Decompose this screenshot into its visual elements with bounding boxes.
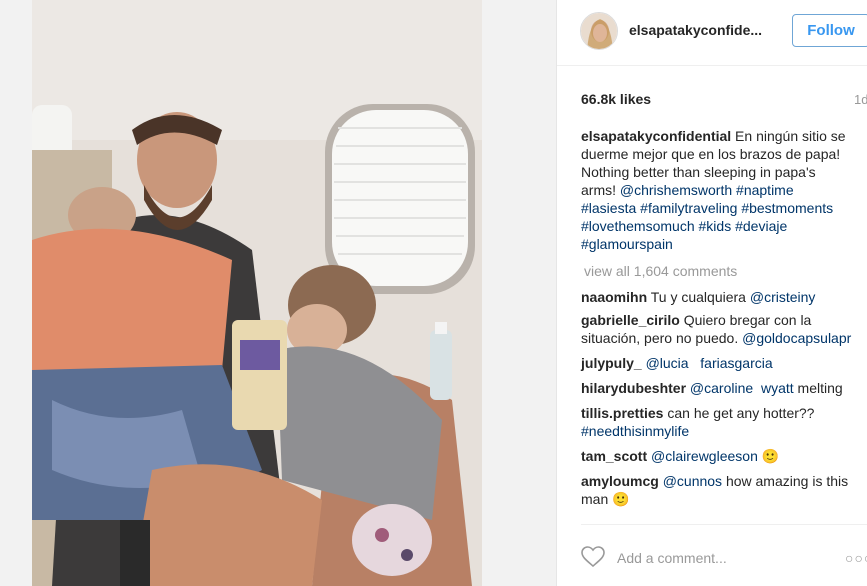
comments-list: naaomihn Tu y cualquiera @cristeiny gabr… <box>581 288 861 515</box>
add-comment-input[interactable] <box>617 548 837 568</box>
comment-item: amyloumcg @cunnos how amazing is this ma… <box>581 472 861 508</box>
more-options-icon[interactable]: ○○○ <box>845 550 867 566</box>
comment-item: tillis.pretties can he get any hotter?? … <box>581 404 861 440</box>
comment-username[interactable]: julypuly_ <box>581 355 642 371</box>
heart-icon[interactable] <box>581 546 605 568</box>
comment-mention[interactable]: @cristeiny <box>750 289 816 305</box>
comment-item: naaomihn Tu y cualquiera @cristeiny <box>581 288 861 306</box>
comment-divider <box>581 524 867 525</box>
post-timestamp[interactable]: 1d <box>854 92 867 107</box>
comment-text: melting <box>793 380 843 396</box>
comment-text: Tu y cualquiera <box>650 289 750 305</box>
likes-count[interactable]: 66.8k likes <box>581 91 651 107</box>
caption-hashtag[interactable]: #deviaje <box>735 218 787 234</box>
caption-hashtag[interactable]: #glamourspain <box>581 236 673 252</box>
comment-username[interactable]: tillis.pretties <box>581 405 663 421</box>
comment-mention[interactable]: fariasgarcia <box>700 355 772 371</box>
comment-mention[interactable]: @goldocapsulapr <box>742 330 851 346</box>
comment-mention[interactable]: wyatt <box>761 380 794 396</box>
post-username[interactable]: elsapatakyconfide... <box>629 22 762 38</box>
comment-hashtag[interactable]: #needthisinmylife <box>581 423 689 439</box>
comment-username[interactable]: hilarydubeshter <box>581 380 686 396</box>
avatar[interactable] <box>580 12 618 50</box>
post-photo-illustration <box>32 0 482 586</box>
caption-mention[interactable]: @chrishemsworth <box>620 182 732 198</box>
comment-text: 🙂 <box>757 448 780 464</box>
post-caption: elsapatakyconfidential En ningún sitio s… <box>581 127 851 253</box>
avatar-image <box>581 13 617 49</box>
view-all-comments-link[interactable]: view all 1,604 comments <box>584 263 737 279</box>
caption-username[interactable]: elsapatakyconfidential <box>581 128 731 144</box>
comment-item: hilarydubeshter @caroline wyatt melting <box>581 379 861 397</box>
caption-hashtag[interactable]: #familytraveling <box>640 200 737 216</box>
comment-username[interactable]: amyloumcg <box>581 473 659 489</box>
comment-item: julypuly_ @lucia fariasgarcia <box>581 354 861 372</box>
post-header: elsapatakyconfide... Follow <box>557 0 867 66</box>
follow-button[interactable]: Follow <box>792 14 867 47</box>
caption-hashtag[interactable]: #lovethemsomuch <box>581 218 695 234</box>
caption-hashtag[interactable]: #naptime <box>736 182 794 198</box>
comment-mention[interactable]: @lucia <box>646 355 689 371</box>
comment-username[interactable]: gabrielle_cirilo <box>581 312 680 328</box>
heart-icon-graphic <box>581 546 605 568</box>
comment-item: gabrielle_cirilo Quiero bregar con la si… <box>581 311 861 347</box>
comment-text: can he get any hotter?? <box>667 405 815 421</box>
comment-username[interactable]: tam_scott <box>581 448 647 464</box>
comment-mention[interactable]: @caroline <box>690 380 753 396</box>
comment-mention[interactable]: @cunnos <box>663 473 722 489</box>
caption-hashtag[interactable]: #lasiesta <box>581 200 636 216</box>
caption-hashtag[interactable]: #bestmoments <box>741 200 833 216</box>
comment-item: tam_scott @clairewgleeson 🙂 <box>581 447 861 465</box>
comment-mention[interactable]: @clairewgleeson <box>651 448 758 464</box>
caption-hashtag[interactable]: #kids <box>699 218 732 234</box>
post-details-panel: elsapatakyconfide... Follow 66.8k likes … <box>556 0 867 586</box>
comment-username[interactable]: naaomihn <box>581 289 647 305</box>
post-photo[interactable] <box>32 0 482 586</box>
